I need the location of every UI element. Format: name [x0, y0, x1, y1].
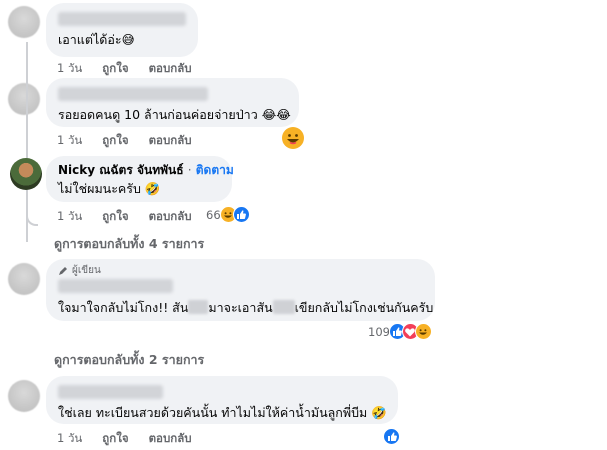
comment-bubble: รอยอดคนดู 10 ล้านก่อนค่อยจ่ายป่าว 😂😂 [46, 78, 299, 127]
comment-actions: 1 วัน ถูกใจ ตอบกลับ [57, 430, 192, 448]
comment-text: รอยอดคนดู 10 ล้านก่อนค่อยจ่ายป่าว 😂😂 [58, 107, 291, 122]
commenter-name-redacted[interactable] [58, 385, 163, 399]
haha-emoji-icon [414, 323, 432, 340]
like-button[interactable]: ถูกใจ [102, 132, 128, 150]
reply-button[interactable]: ตอบกลับ [149, 208, 192, 226]
commenter-name-redacted[interactable] [58, 279, 173, 293]
comment-timestamp[interactable]: 1 วัน [57, 60, 82, 78]
comment-bubble: ผู้เขียน ใจมาใจกลับไม่โกง!! สัน มาจะเอาสั… [46, 259, 435, 321]
separator-dot: · [187, 163, 192, 177]
reaction-summary[interactable]: 66 [206, 206, 250, 223]
commenter-name-line: Nicky ณฉัตร จันทพันธ์ · ติดตาม [58, 162, 234, 178]
view-replies-link[interactable]: ดูการตอบกลับทั้ง 4 รายการ [54, 234, 204, 254]
like-button[interactable]: ถูกใจ [102, 430, 128, 448]
comment-timestamp[interactable]: 1 วัน [57, 430, 82, 448]
author-badge: ผู้เขียน [58, 265, 423, 277]
pen-icon [59, 267, 67, 275]
reaction-summary[interactable]: 109 [368, 323, 432, 340]
commenter-avatar[interactable] [8, 6, 40, 38]
commenter-avatar[interactable] [8, 263, 40, 295]
reaction-count: 109 [368, 324, 390, 339]
commenter-avatar[interactable] [8, 380, 40, 412]
commenter-name-redacted[interactable] [58, 12, 186, 26]
redacted-text [188, 300, 209, 314]
follow-button[interactable]: ติดตาม [196, 163, 234, 177]
comment-text: ใช่เลย ทะเบียนสวยด้วยคันนั้น ทำไมไม่ให้ค… [58, 405, 387, 420]
reply-button[interactable]: ตอบกลับ [149, 430, 192, 448]
comment-actions: 1 วัน ถูกใจ ตอบกลับ [57, 208, 192, 226]
haha-emoji-icon[interactable] [282, 127, 304, 149]
comment-text: ใจมาใจกลับไม่โกง!! สัน มาจะเอาสัน เขียกลับ… [58, 300, 434, 315]
like-button[interactable]: ถูกใจ [102, 208, 128, 226]
comment-actions: 1 วัน ถูกใจ ตอบกลับ [57, 60, 192, 78]
comment-text: เอาแต่ได้อ่ะ😅 [58, 32, 135, 47]
reply-button[interactable]: ตอบกลับ [149, 60, 192, 78]
like-thumb-icon [383, 428, 400, 445]
reaction-count: 66 [206, 207, 221, 222]
author-badge-label: ผู้เขียน [72, 265, 101, 276]
reaction-summary[interactable] [383, 428, 400, 445]
comment-actions: 1 วัน ถูกใจ ตอบกลับ [57, 132, 192, 150]
comment-bubble: เอาแต่ได้อ่ะ😅 [46, 3, 198, 57]
redacted-text [272, 300, 295, 314]
commenter-name-redacted[interactable] [58, 87, 208, 101]
comment-bubble: Nicky ณฉัตร จันทพันธ์ · ติดตาม ไม่ใช่ผมน… [46, 156, 234, 202]
comment-text: ไม่ใช่ผมนะครับ 🤣 [58, 181, 161, 196]
comment-timestamp[interactable]: 1 วัน [57, 132, 82, 150]
like-thumb-icon [232, 206, 250, 223]
reply-button[interactable]: ตอบกลับ [149, 132, 192, 150]
commenter-avatar[interactable] [10, 158, 42, 190]
like-button[interactable]: ถูกใจ [102, 60, 128, 78]
commenter-name[interactable]: Nicky ณฉัตร จันทพันธ์ [58, 163, 184, 177]
view-replies-link[interactable]: ดูการตอบกลับทั้ง 2 รายการ [54, 350, 204, 370]
comment-timestamp[interactable]: 1 วัน [57, 208, 82, 226]
comment-bubble: ใช่เลย ทะเบียนสวยด้วยคันนั้น ทำไมไม่ให้ค… [46, 376, 398, 424]
